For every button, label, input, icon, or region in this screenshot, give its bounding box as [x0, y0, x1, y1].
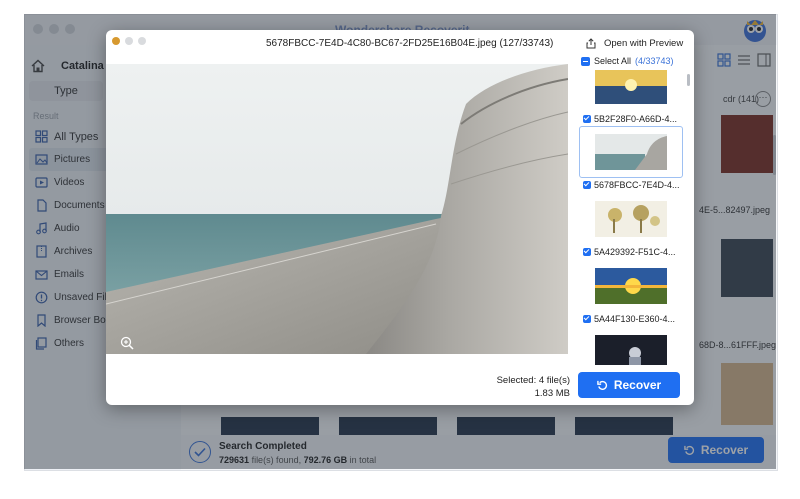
recover-icon [597, 380, 607, 390]
thumbnail-frame[interactable] [579, 193, 683, 245]
thumbnail-frame[interactable] [579, 260, 683, 312]
select-all-checkbox[interactable]: Select All (4/33743) [581, 56, 674, 66]
thumbnail-name: 5678FBCC-7E4D-4... [594, 180, 680, 190]
share-icon [586, 38, 596, 49]
recover-label: Recover [613, 378, 662, 392]
preview-dialog: 5678FBCC-7E4D-4C80-BC67-2FD25E16B04E.jpe… [106, 30, 694, 405]
preview-recover-button[interactable]: Recover [578, 372, 680, 398]
thumbnail-scrollbar[interactable] [687, 74, 690, 86]
thumbnail-name: 5A429392-F51C-4... [594, 247, 676, 257]
minimize-dialog-button[interactable] [125, 37, 133, 45]
zoom-in-icon[interactable] [120, 336, 134, 350]
close-dialog-button[interactable] [112, 37, 120, 45]
select-all-label: Select All [594, 56, 632, 66]
thumbnail-item-selected[interactable]: 5678FBCC-7E4D-4... [579, 126, 683, 190]
preview-filename: 5678FBCC-7E4D-4C80-BC67-2FD25E16B04E.jpe… [266, 38, 554, 49]
selected-files: Selected: 4 file(s) [496, 375, 570, 386]
select-all-count: (4/33743) [635, 56, 674, 66]
thumbnail-label-row: 5A44F130-E360-4... [579, 314, 683, 324]
thumbnail-frame[interactable] [579, 126, 683, 178]
partial-check-icon [581, 56, 590, 66]
thumbnail-name: 5A44F130-E360-4... [594, 314, 676, 324]
open-with-preview-label: Open with Preview [604, 38, 684, 49]
dialog-window-controls[interactable] [112, 37, 146, 45]
thumbnail-label-row: 5B2F28F0-A66D-4... [579, 114, 683, 124]
zoom-dialog-button[interactable] [138, 37, 146, 45]
thumbnail-item[interactable]: 5A44F130-E360-4... [579, 260, 683, 324]
open-with-preview-button[interactable]: Open with Preview [586, 38, 683, 49]
selected-size: 1.83 MB [534, 388, 570, 399]
thumbnail-checkbox[interactable] [583, 115, 591, 123]
thumbnail-item[interactable]: 5B2F28F0-A66D-4... [579, 70, 683, 124]
thumbnail-frame[interactable] [579, 70, 683, 112]
thumbnail-list[interactable]: 5B2F28F0-A66D-4... 5678FBCC-7E4D-4... 5A… [579, 70, 685, 365]
preview-image [106, 64, 568, 354]
thumbnail-frame[interactable] [579, 327, 683, 365]
thumbnail-label-row: 5A429392-F51C-4... [579, 247, 683, 257]
thumbnail-name: 5B2F28F0-A66D-4... [594, 114, 678, 124]
thumbnail-item[interactable]: 5A429392-F51C-4... [579, 193, 683, 257]
thumbnail-checkbox[interactable] [583, 181, 591, 189]
thumbnail-item[interactable] [579, 327, 683, 365]
thumbnail-checkbox[interactable] [583, 315, 591, 323]
thumbnail-checkbox[interactable] [583, 248, 591, 256]
selection-summary: Selected: 4 file(s) 1.83 MB [486, 374, 570, 400]
thumbnail-label-row: 5678FBCC-7E4D-4... [579, 180, 683, 190]
